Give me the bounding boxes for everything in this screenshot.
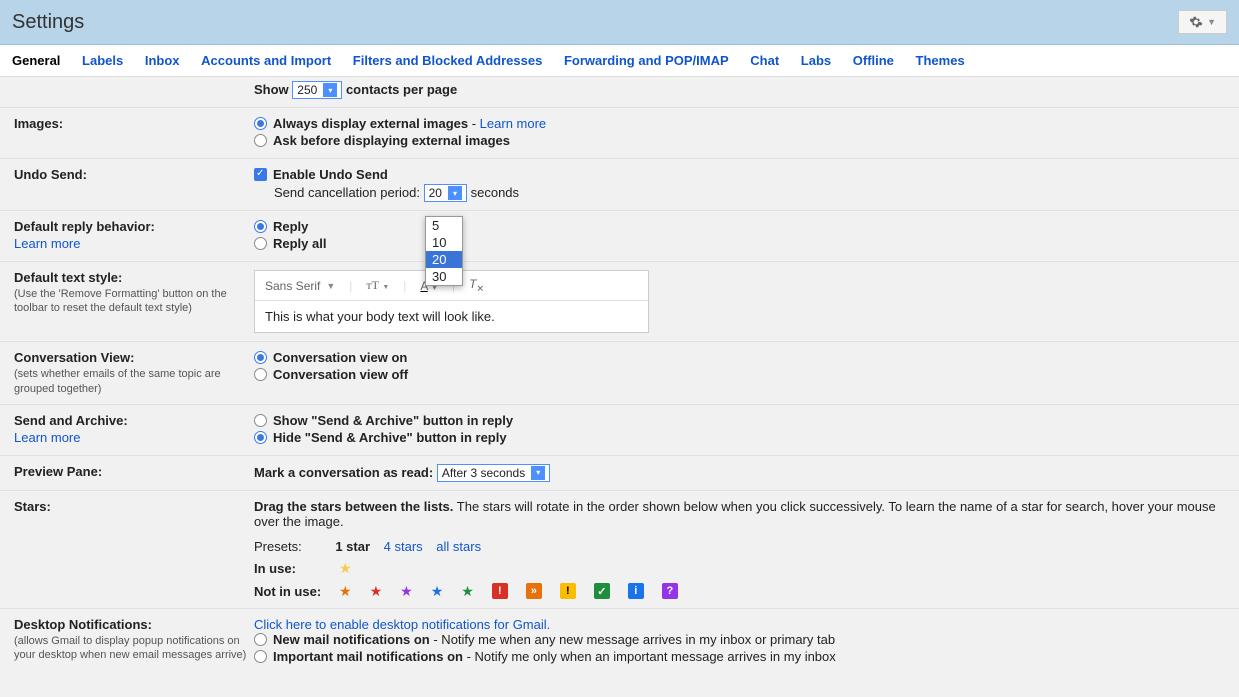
tab-offline[interactable]: Offline — [853, 53, 894, 68]
tab-themes[interactable]: Themes — [916, 53, 965, 68]
images-label: Images: — [14, 116, 63, 131]
star-yellow-icon[interactable]: ★ — [339, 560, 352, 577]
preset-4stars[interactable]: 4 stars — [384, 539, 423, 554]
preset-1star[interactable]: 1 star — [335, 539, 370, 554]
contacts-suffix: contacts per page — [346, 82, 457, 97]
page-title: Settings — [12, 11, 84, 34]
undo-suffix: seconds — [471, 185, 519, 200]
images-always-radio[interactable] — [254, 117, 267, 130]
reply-label: Default reply behavior: — [14, 219, 155, 234]
select-arrow-icon: ▾ — [323, 83, 337, 97]
star-green-icon[interactable]: ★ — [461, 583, 474, 600]
preview-mark-label: Mark a conversation as read: — [254, 465, 433, 480]
textstyle-label: Default text style: — [14, 270, 122, 285]
caret-down-icon: ▼ — [1207, 17, 1216, 27]
green-check-icon[interactable]: ✓ — [594, 583, 610, 599]
select-arrow-icon: ▾ — [448, 186, 462, 200]
star-orange-icon[interactable]: ★ — [339, 583, 352, 600]
stars-label: Stars: — [14, 499, 51, 514]
font-family-select[interactable]: Sans Serif ▼ — [265, 279, 335, 293]
contacts-show-label: Show — [254, 82, 289, 97]
orange-arrow-icon[interactable]: » — [526, 583, 542, 599]
images-learn-more-link[interactable]: Learn more — [480, 116, 546, 131]
desktop-new-radio[interactable] — [254, 633, 267, 646]
select-arrow-icon: ▾ — [531, 466, 545, 480]
settings-header: Settings ▼ — [0, 0, 1239, 45]
red-exclaim-icon[interactable]: ! — [492, 583, 508, 599]
purple-question-icon[interactable]: ? — [662, 583, 678, 599]
yellow-exclaim-icon[interactable]: ! — [560, 583, 576, 599]
archive-label: Send and Archive: — [14, 413, 128, 428]
undo-enable-checkbox[interactable] — [254, 168, 267, 181]
undo-period-dropdown[interactable]: 5 10 20 30 — [425, 216, 463, 286]
undo-period-label: Send cancellation period: — [274, 185, 420, 200]
dropdown-option-10[interactable]: 10 — [426, 234, 462, 251]
tab-filters[interactable]: Filters and Blocked Addresses — [353, 53, 543, 68]
desktop-important-radio[interactable] — [254, 650, 267, 663]
tab-labs[interactable]: Labs — [801, 53, 831, 68]
desktop-enable-link[interactable]: Click here to enable desktop notificatio… — [254, 617, 550, 632]
archive-hide-radio[interactable] — [254, 431, 267, 444]
blue-info-icon[interactable]: i — [628, 583, 644, 599]
reply-learn-more-link[interactable]: Learn more — [14, 236, 254, 251]
desktop-sub: (allows Gmail to display popup notificat… — [14, 634, 254, 663]
text-sample: This is what your body text will look li… — [255, 301, 648, 332]
dropdown-option-5[interactable]: 5 — [426, 217, 462, 234]
undo-period-select[interactable]: 20▾ — [424, 184, 467, 202]
dropdown-option-30[interactable]: 30 — [426, 268, 462, 285]
preset-allstars[interactable]: all stars — [436, 539, 481, 554]
tab-forwarding[interactable]: Forwarding and POP/IMAP — [564, 53, 729, 68]
undo-label: Undo Send: — [14, 167, 87, 182]
conv-on-radio[interactable] — [254, 351, 267, 364]
font-size-select[interactable]: ᴛT ▼ — [366, 278, 389, 293]
reply-radio[interactable] — [254, 220, 267, 233]
settings-content: Show 250▾ contacts per page Images: Alwa… — [0, 77, 1239, 674]
star-purple-icon[interactable]: ★ — [400, 583, 413, 600]
contacts-per-page-select[interactable]: 250▾ — [292, 81, 342, 99]
settings-tabs: General Labels Inbox Accounts and Import… — [0, 45, 1239, 77]
star-blue-icon[interactable]: ★ — [431, 583, 444, 600]
images-ask-radio[interactable] — [254, 134, 267, 147]
conv-label: Conversation View: — [14, 350, 134, 365]
preview-label: Preview Pane: — [14, 464, 102, 479]
desktop-label: Desktop Notifications: — [14, 617, 152, 632]
conv-off-radio[interactable] — [254, 368, 267, 381]
reply-all-radio[interactable] — [254, 237, 267, 250]
preview-read-select[interactable]: After 3 seconds▾ — [437, 464, 550, 482]
gear-button[interactable]: ▼ — [1178, 10, 1227, 34]
conv-sub: (sets whether emails of the same topic a… — [14, 367, 254, 396]
tab-labels[interactable]: Labels — [82, 53, 123, 68]
remove-formatting-button[interactable]: T✕ — [469, 277, 484, 294]
dropdown-option-20[interactable]: 20 — [426, 251, 462, 268]
tab-chat[interactable]: Chat — [750, 53, 779, 68]
tab-inbox[interactable]: Inbox — [145, 53, 180, 68]
textstyle-sub: (Use the 'Remove Formatting' button on t… — [14, 287, 254, 316]
archive-learn-more-link[interactable]: Learn more — [14, 430, 254, 445]
gear-icon — [1189, 15, 1203, 29]
archive-show-radio[interactable] — [254, 414, 267, 427]
tab-general[interactable]: General — [12, 53, 60, 68]
star-red-icon[interactable]: ★ — [370, 583, 383, 600]
tab-accounts[interactable]: Accounts and Import — [201, 53, 331, 68]
